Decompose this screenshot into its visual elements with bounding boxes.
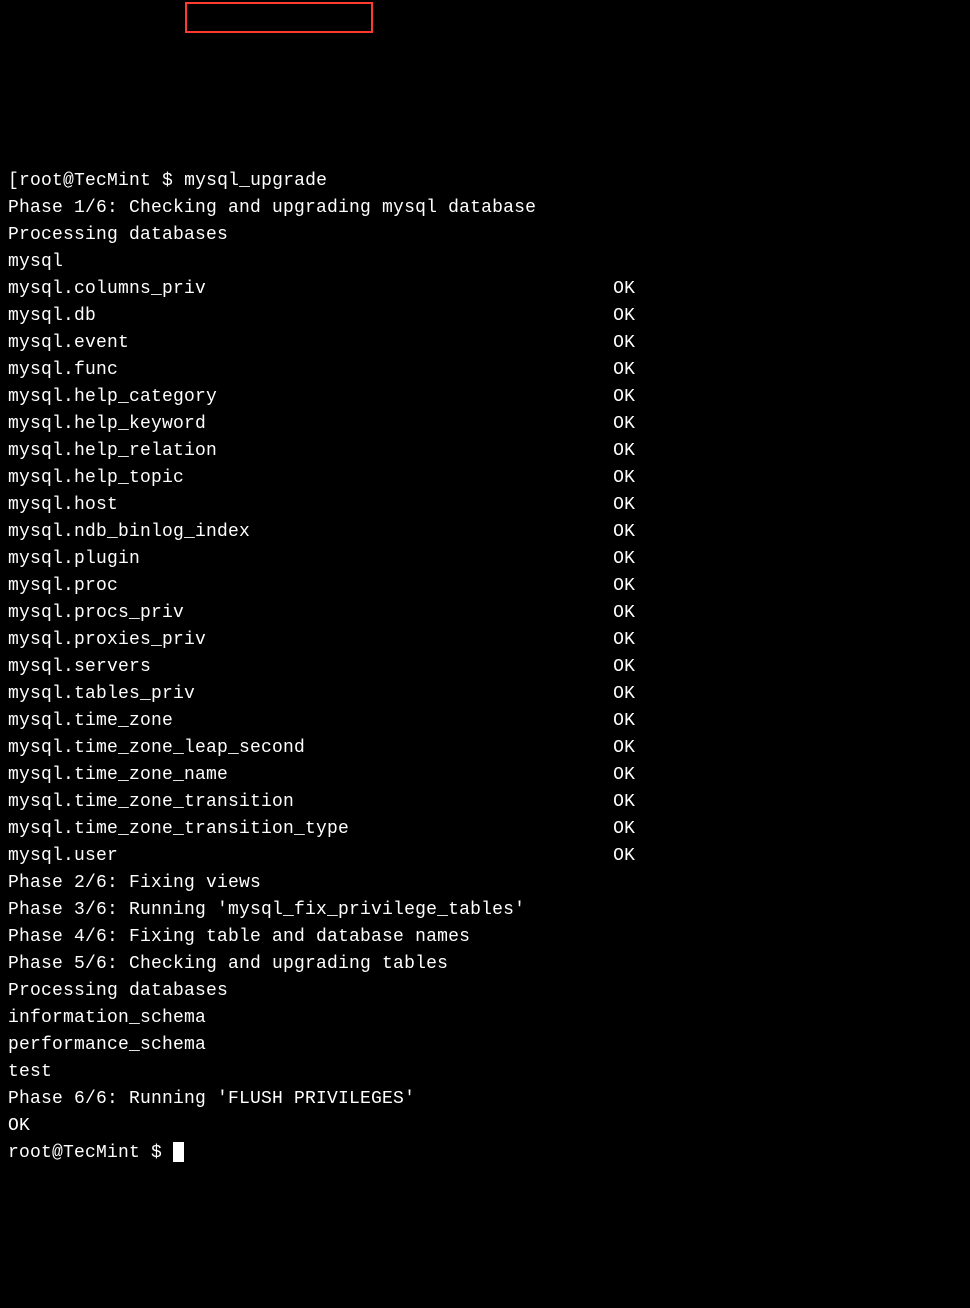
command-highlight-box	[185, 2, 373, 33]
db-header: mysql	[8, 249, 962, 276]
processing-text: Processing databases	[8, 981, 228, 1001]
table-status: mysql.proxies_priv OK	[8, 630, 635, 650]
table-row: mysql.func OK	[8, 357, 962, 384]
schema-name: performance_schema	[8, 1035, 206, 1055]
table-row: mysql.procs_priv OK	[8, 600, 962, 627]
table-status: mysql.help_category OK	[8, 387, 635, 407]
phase-2-text: Phase 2/6: Fixing views	[8, 873, 261, 893]
table-status: mysql.time_zone_name OK	[8, 765, 635, 785]
table-status: mysql.procs_priv OK	[8, 603, 635, 623]
table-row: mysql.db OK	[8, 303, 962, 330]
schema-name: test	[8, 1062, 52, 1082]
table-row: mysql.columns_priv OK	[8, 276, 962, 303]
table-status: mysql.help_topic OK	[8, 468, 635, 488]
processing-1: Processing databases	[8, 222, 962, 249]
phase-3-text: Phase 3/6: Running 'mysql_fix_privilege_…	[8, 900, 525, 920]
final-ok: OK	[8, 1116, 30, 1136]
table-row: mysql.plugin OK	[8, 546, 962, 573]
table-row: mysql.time_zone_name OK	[8, 762, 962, 789]
db-name: mysql	[8, 252, 63, 272]
table-status: mysql.columns_priv OK	[8, 279, 635, 299]
table-row: mysql.tables_priv OK	[8, 681, 962, 708]
schema-3: test	[8, 1059, 962, 1086]
table-row: mysql.ndb_binlog_index OK	[8, 519, 962, 546]
table-row: mysql.event OK	[8, 330, 962, 357]
table-row: mysql.help_category OK	[8, 384, 962, 411]
table-row: mysql.time_zone_leap_second OK	[8, 735, 962, 762]
phase-3: Phase 3/6: Running 'mysql_fix_privilege_…	[8, 897, 962, 924]
table-row: mysql.time_zone_transition_type OK	[8, 816, 962, 843]
phase-4: Phase 4/6: Fixing table and database nam…	[8, 924, 962, 951]
table-row: mysql.time_zone OK	[8, 708, 962, 735]
cursor-block[interactable]	[173, 1142, 184, 1162]
schema-name: information_schema	[8, 1008, 206, 1028]
terminal-output[interactable]: [root@TecMint $ mysql_upgradePhase 1/6: …	[8, 168, 962, 1167]
table-status: mysql.time_zone OK	[8, 711, 635, 731]
table-status: mysql.event OK	[8, 333, 635, 353]
table-status: mysql.time_zone_transition OK	[8, 792, 635, 812]
table-row: mysql.help_topic OK	[8, 465, 962, 492]
table-status: mysql.help_relation OK	[8, 441, 635, 461]
prompt-line-2: root@TecMint $	[8, 1140, 962, 1167]
phase-5-text: Phase 5/6: Checking and upgrading tables	[8, 954, 448, 974]
table-status: mysql.time_zone_transition_type OK	[8, 819, 635, 839]
prompt-user: root@TecMint	[8, 1143, 140, 1163]
table-status: mysql.servers OK	[8, 657, 635, 677]
table-row: mysql.help_relation OK	[8, 438, 962, 465]
command-input[interactable]: mysql_upgrade	[184, 171, 327, 191]
phase-2: Phase 2/6: Fixing views	[8, 870, 962, 897]
table-row: mysql.proc OK	[8, 573, 962, 600]
table-status: mysql.tables_priv OK	[8, 684, 635, 704]
table-status: mysql.func OK	[8, 360, 635, 380]
table-row: mysql.user OK	[8, 843, 962, 870]
table-row: mysql.time_zone_transition OK	[8, 789, 962, 816]
table-status: mysql.time_zone_leap_second OK	[8, 738, 635, 758]
prompt-symbol: $	[140, 1143, 173, 1163]
prompt-user: root@TecMint	[19, 171, 151, 191]
table-row: mysql.host OK	[8, 492, 962, 519]
table-row: mysql.help_keyword OK	[8, 411, 962, 438]
prompt-bracket: [	[8, 171, 19, 191]
phase-6: Phase 6/6: Running 'FLUSH PRIVILEGES'	[8, 1086, 962, 1113]
phase-4-text: Phase 4/6: Fixing table and database nam…	[8, 927, 470, 947]
phase-5: Phase 5/6: Checking and upgrading tables	[8, 951, 962, 978]
table-row: mysql.proxies_priv OK	[8, 627, 962, 654]
phase-1: Phase 1/6: Checking and upgrading mysql …	[8, 195, 962, 222]
table-status: mysql.user OK	[8, 846, 635, 866]
processing-2: Processing databases	[8, 978, 962, 1005]
prompt-line-1: [root@TecMint $ mysql_upgrade	[8, 168, 962, 195]
table-status: mysql.db OK	[8, 306, 635, 326]
final-ok-line: OK	[8, 1113, 962, 1140]
table-status: mysql.help_keyword OK	[8, 414, 635, 434]
phase-1-text: Phase 1/6: Checking and upgrading mysql …	[8, 198, 536, 218]
prompt-symbol: $	[151, 171, 184, 191]
table-row: mysql.servers OK	[8, 654, 962, 681]
table-status: mysql.host OK	[8, 495, 635, 515]
table-status: mysql.plugin OK	[8, 549, 635, 569]
schema-1: information_schema	[8, 1005, 962, 1032]
phase-6-text: Phase 6/6: Running 'FLUSH PRIVILEGES'	[8, 1089, 415, 1109]
table-status: mysql.proc OK	[8, 576, 635, 596]
schema-2: performance_schema	[8, 1032, 962, 1059]
processing-text: Processing databases	[8, 225, 228, 245]
table-status: mysql.ndb_binlog_index OK	[8, 522, 635, 542]
